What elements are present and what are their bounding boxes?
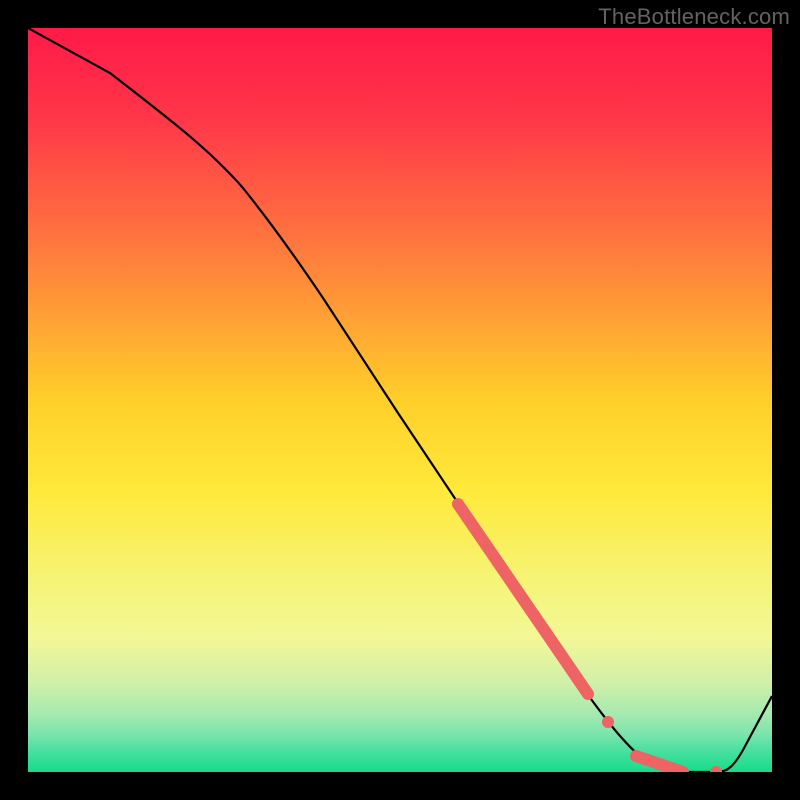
watermark-label: TheBottleneck.com: [598, 4, 790, 30]
chart-frame: TheBottleneck.com: [0, 0, 800, 800]
chart-svg: [28, 28, 772, 772]
highlight-dot-1: [602, 716, 614, 728]
plot-background: [28, 28, 772, 772]
plot-area: [28, 28, 772, 772]
